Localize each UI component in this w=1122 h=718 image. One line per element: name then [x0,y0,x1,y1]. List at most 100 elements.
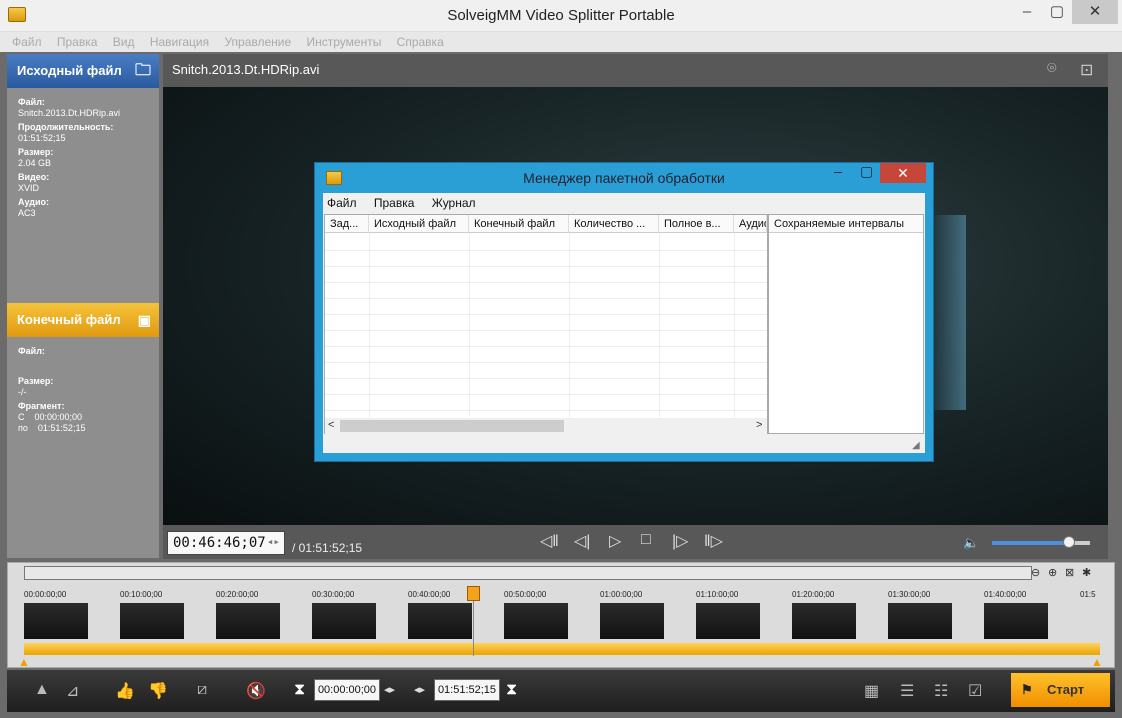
dialog-menu-file[interactable]: Файл [327,194,357,212]
timeline-tick: 01:20:00;00 [792,590,835,599]
saved-intervals-list[interactable] [768,214,924,434]
go-end-icon[interactable]: ⧗ [506,681,517,699]
timeline-tick: 01:40:00;00 [984,590,1027,599]
spin-icon[interactable]: ◂▸ [267,535,280,548]
settings-icon[interactable]: ✱ [1082,566,1091,579]
column-source-file[interactable]: Исходный файл [369,215,469,233]
player-filename: Snitch.2013.Dt.HDRip.avi [172,62,320,77]
playhead-marker[interactable] [467,586,480,601]
zoom-out-icon[interactable]: ⊖ [1031,566,1040,579]
timecode-input[interactable]: 00:46:46;07 ◂▸ [167,531,285,555]
column-count[interactable]: Количество ... [569,215,659,233]
timeline-tick: 01:10:00;00 [696,590,739,599]
timeline-tick: 01:5 [1080,590,1096,599]
start-time-input[interactable]: 00:00:00;00 [314,679,380,701]
column-full-time[interactable]: Полное в... [659,215,734,233]
dest-to-value: 01:51:52;15 [37,423,86,433]
open-folder-icon[interactable]: ⊡ [1080,60,1093,80]
batch-split-icon[interactable]: ☷ [934,681,948,701]
scroll-left-icon[interactable]: < [328,419,334,431]
timeline-thumbnail [312,603,376,639]
menu-help[interactable]: Справка [397,32,444,52]
timeline-thumbnail [408,603,472,639]
dest-file-header[interactable]: Конечный файл ▣ [7,303,159,337]
maximize-button[interactable]: ▢ [1042,0,1072,24]
go-start-icon[interactable]: ⧗ [294,681,305,699]
source-audio-value: AC3 [18,208,36,218]
hscroll-thumb[interactable] [340,420,564,432]
minimize-button[interactable]: ‒ [1012,0,1042,24]
play-icon[interactable]: ▷ [609,531,621,551]
add-to-batch-icon[interactable]: ▦ [864,681,879,701]
menu-edit[interactable]: Правка [57,32,98,52]
source-file-header[interactable]: Исходный файл 🗀 [7,54,159,88]
table-column-divider [369,233,370,417]
end-time-input[interactable]: 01:51:52;15 [434,679,500,701]
table-gridline [325,410,767,411]
close-button[interactable]: ✕ [1072,0,1118,24]
prev-segment-icon[interactable]: ◁‖ [540,531,559,551]
dialog-close-button[interactable]: ✕ [880,163,926,183]
selection-bar[interactable] [24,643,1100,655]
end-marker-icon[interactable]: ▲ [1091,655,1103,669]
step-back-icon[interactable]: ◁| [574,531,590,551]
table-gridline [325,330,767,331]
dest-from-row: С 00:00:00;00 [18,412,148,423]
window-title: SolveigMM Video Splitter Portable [447,7,675,24]
timecode-value: 00:46:46;07 [173,535,266,551]
cut-fragment-icon[interactable]: 👎 [148,681,168,701]
next-segment-icon[interactable]: ‖▷ [704,531,723,551]
mute-icon[interactable]: 🔇 [246,681,266,701]
dialog-maximize-button[interactable]: ▢ [860,163,873,180]
remove-marker-icon[interactable]: ⊿ [66,681,79,701]
dialog-menu-edit[interactable]: Правка [374,194,415,212]
zoom-in-icon[interactable]: ⊕ [1048,566,1057,579]
batch-manager-icon[interactable]: ☑ [968,681,982,701]
volume-knob[interactable] [1063,536,1075,548]
dest-info: Файл: Размер: -/- Фрагмент: С 00:00:00;0… [7,337,159,440]
add-marker-icon[interactable]: ▲ [34,681,50,699]
volume-icon[interactable]: 🔈 [963,535,979,551]
folder-icon[interactable]: 🗀 [135,54,151,88]
column-audio[interactable]: Аудио [734,215,767,233]
source-video-value: XVID [18,183,40,193]
menu-view[interactable]: Вид [113,32,135,52]
resize-grip-icon[interactable]: ◢ [912,440,920,451]
menu-navigation[interactable]: Навигация [150,32,209,52]
column-dest-file[interactable]: Конечный файл [469,215,569,233]
timeline-thumbnail [888,603,952,639]
end-spin-icon[interactable]: ◂▸ [414,683,425,696]
fit-icon[interactable]: ⊠ [1065,566,1074,579]
stop-icon[interactable]: □ [641,531,651,549]
menu-control[interactable]: Управление [224,32,291,52]
dialog-menu-log[interactable]: Журнал [432,194,476,212]
column-task[interactable]: Зад... [325,215,369,233]
dialog-minimize-button[interactable]: ‒ [834,163,842,179]
file-info-panel: Исходный файл 🗀 Файл: Snitch.2013.Dt.HDR… [7,54,159,558]
source-duration-value: 01:51:52;15 [18,133,66,143]
video-detail [930,215,966,410]
timeline-thumbnail [600,603,664,639]
batch-list-icon[interactable]: ☰ [900,681,914,701]
timeline-thumbnail [504,603,568,639]
volume-fill [992,541,1069,545]
snapshot-icon[interactable]: ⌾ [1047,60,1057,78]
step-forward-icon[interactable]: |▷ [672,531,688,551]
invert-selection-icon[interactable]: ⧄ [197,681,207,699]
menu-file[interactable]: Файл [12,32,42,52]
menu-bar: Файл Правка Вид Навигация Управление Инс… [0,32,1122,52]
table-column-divider [569,233,570,417]
scroll-right-icon[interactable]: > [756,419,762,431]
save-icon[interactable]: ▣ [138,303,151,337]
timeline-scrollbar[interactable] [24,566,1032,580]
timeline-tick: 00:00:00;00 [24,590,67,599]
start-spin-icon[interactable]: ◂▸ [384,683,395,696]
start-button[interactable]: ⚑ Старт [1011,673,1110,707]
batch-task-table[interactable] [324,214,768,434]
keep-fragment-icon[interactable]: 👍 [115,681,135,701]
table-gridline [325,282,767,283]
table-gridline [325,362,767,363]
timeline-thumbnail [696,603,760,639]
menu-tools[interactable]: Инструменты [307,32,382,52]
start-marker-icon[interactable]: ▲ [18,655,30,669]
